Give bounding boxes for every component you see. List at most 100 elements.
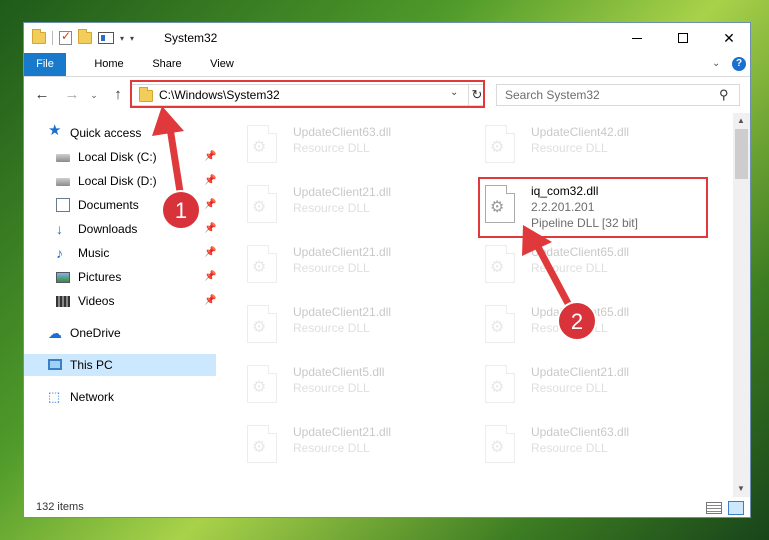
file-type: Resource DLL — [531, 381, 608, 395]
scroll-up-arrow-icon[interactable]: ▲ — [737, 116, 745, 125]
details-view-icon[interactable] — [706, 502, 722, 514]
view-options-icon[interactable] — [98, 32, 114, 44]
videos-icon — [56, 296, 70, 307]
file-item[interactable]: ⚙ UpdateClient21.dll Resource DLL — [221, 421, 445, 473]
file-list: ⚙ UpdateClient63.dll Resource DLL ⚙ Upda… — [221, 113, 733, 497]
sidebar-item-downloads[interactable]: ↓ Downloads 📌 — [24, 218, 216, 240]
sidebar-item-quick-access[interactable]: ★ Quick access — [24, 122, 216, 144]
pin-icon[interactable]: 📌 — [204, 242, 216, 264]
file-name: UpdateClient65.dll — [531, 305, 630, 319]
search-input[interactable] — [497, 85, 715, 105]
file-name: UpdateClient63.dll — [293, 125, 392, 139]
gear-icon: ⚙ — [490, 439, 505, 456]
dll-file-icon: ⚙ — [485, 365, 515, 403]
gear-icon: ⚙ — [252, 139, 267, 156]
sidebar-item-pictures[interactable]: Pictures 📌 — [24, 266, 216, 288]
vertical-scrollbar[interactable]: ▲ ▼ — [733, 113, 750, 497]
sidebar-item-label: Documents — [78, 198, 139, 212]
sidebar-item-label: Network — [70, 390, 115, 404]
pin-icon[interactable]: 📌 — [204, 146, 216, 168]
maximize-icon — [678, 33, 688, 43]
expand-ribbon-chevron-icon[interactable]: ⌄ — [712, 58, 720, 69]
file-item[interactable]: ⚙ UpdateClient65.dll Resource DLL — [459, 241, 683, 293]
close-icon: ✕ — [723, 29, 735, 46]
search-icon[interactable]: ⚲ — [719, 87, 729, 103]
file-item[interactable]: ⚙ UpdateClient63.dll Resource DLL — [221, 121, 445, 173]
sidebar-item-label: Pictures — [78, 270, 122, 284]
sidebar-item-label: OneDrive — [70, 326, 121, 340]
dll-file-icon: ⚙ — [485, 245, 515, 283]
sidebar-item-local-disk-d[interactable]: Local Disk (D:) 📌 — [24, 170, 216, 192]
file-type: Resource DLL — [531, 321, 608, 335]
address-highlight-box — [130, 80, 485, 108]
sidebar-item-documents[interactable]: Documents 📌 — [24, 194, 216, 216]
sidebar-item-label: Quick access — [70, 126, 142, 140]
file-item[interactable]: ⚙ UpdateClient21.dll Resource DLL — [459, 361, 683, 413]
large-icons-view-icon[interactable] — [728, 501, 744, 515]
sidebar-item-this-pc[interactable]: This PC — [24, 354, 216, 376]
help-icon[interactable]: ? — [732, 57, 746, 71]
gear-icon: ⚙ — [490, 259, 505, 276]
dll-file-icon: ⚙ — [247, 245, 277, 283]
customize-toolbar-chevron-icon[interactable]: ▾ — [130, 34, 134, 43]
close-button[interactable]: ✕ — [706, 23, 750, 53]
back-arrow-icon[interactable]: ← — [32, 85, 52, 105]
tab-home[interactable]: Home — [82, 53, 136, 76]
up-arrow-icon[interactable]: ↑ — [108, 85, 128, 105]
new-folder-icon[interactable] — [78, 29, 92, 44]
dll-file-icon: ⚙ — [485, 125, 515, 163]
gear-icon: ⚙ — [252, 259, 267, 276]
sidebar-item-local-disk-c[interactable]: Local Disk (C:) 📌 — [24, 146, 216, 168]
file-name: UpdateClient42.dll — [531, 125, 630, 139]
maximize-button[interactable] — [660, 23, 706, 53]
file-item[interactable]: ⚙ UpdateClient5.dll Resource DLL — [221, 361, 445, 413]
cloud-icon: ☁ — [48, 325, 62, 341]
forward-arrow-icon[interactable]: → — [62, 85, 82, 105]
tab-view[interactable]: View — [200, 53, 244, 76]
file-item[interactable]: ⚙ UpdateClient65.dll Resource DLL — [459, 301, 683, 353]
pin-icon[interactable]: 📌 — [204, 194, 216, 216]
sidebar-item-label: Videos — [78, 294, 115, 308]
gear-icon: ⚙ — [490, 319, 505, 336]
search-box[interactable]: ⚲ — [496, 84, 740, 106]
file-name: UpdateClient65.dll — [531, 245, 630, 259]
minimize-button[interactable] — [614, 23, 660, 53]
pin-icon[interactable]: 📌 — [204, 290, 216, 312]
dll-file-icon: ⚙ — [247, 185, 277, 223]
network-icon: ⬚ — [48, 389, 61, 404]
file-item[interactable]: ⚙ UpdateClient21.dll Resource DLL — [221, 301, 445, 353]
recent-locations-chevron-icon[interactable]: ⌄ — [87, 85, 101, 105]
dll-file-icon: ⚙ — [485, 305, 515, 343]
tab-file[interactable]: File — [24, 53, 66, 76]
scroll-down-arrow-icon[interactable]: ▼ — [737, 484, 745, 493]
sidebar-item-videos[interactable]: Videos 📌 — [24, 290, 216, 312]
pin-icon[interactable]: 📌 — [204, 170, 216, 192]
sidebar-item-music[interactable]: ♪ Music 📌 — [24, 242, 216, 264]
properties-icon[interactable] — [59, 29, 72, 45]
gear-icon: ⚙ — [252, 379, 267, 396]
file-name: UpdateClient21.dll — [531, 365, 630, 379]
dll-file-icon: ⚙ — [485, 425, 515, 463]
sidebar-item-network[interactable]: ⬚ Network — [24, 386, 216, 408]
file-item[interactable]: ⚙ UpdateClient21.dll Resource DLL — [221, 181, 445, 233]
tab-share[interactable]: Share — [142, 53, 192, 76]
sidebar-item-onedrive[interactable]: ☁ OneDrive — [24, 322, 216, 344]
file-item[interactable]: ⚙ UpdateClient63.dll Resource DLL — [459, 421, 683, 473]
folder-icon[interactable] — [32, 29, 46, 44]
file-item[interactable]: ⚙ UpdateClient42.dll Resource DLL — [459, 121, 683, 173]
gear-icon: ⚙ — [490, 139, 505, 156]
pin-icon[interactable]: 📌 — [204, 218, 216, 240]
file-item[interactable]: ⚙ UpdateClient21.dll Resource DLL — [221, 241, 445, 293]
scrollbar-thumb[interactable] — [735, 129, 748, 179]
music-icon: ♪ — [56, 245, 63, 261]
drive-icon — [56, 154, 70, 162]
view-dropdown-chevron-icon[interactable]: ▾ — [120, 34, 124, 43]
file-type: Resource DLL — [531, 441, 608, 455]
gear-icon: ⚙ — [252, 199, 267, 216]
pictures-icon — [56, 272, 70, 283]
status-bar: 132 items — [24, 497, 750, 517]
sidebar-item-label: Local Disk (D:) — [78, 174, 157, 188]
pin-icon[interactable]: 📌 — [204, 266, 216, 288]
file-type: Resource DLL — [531, 261, 608, 275]
minimize-icon — [632, 37, 642, 39]
